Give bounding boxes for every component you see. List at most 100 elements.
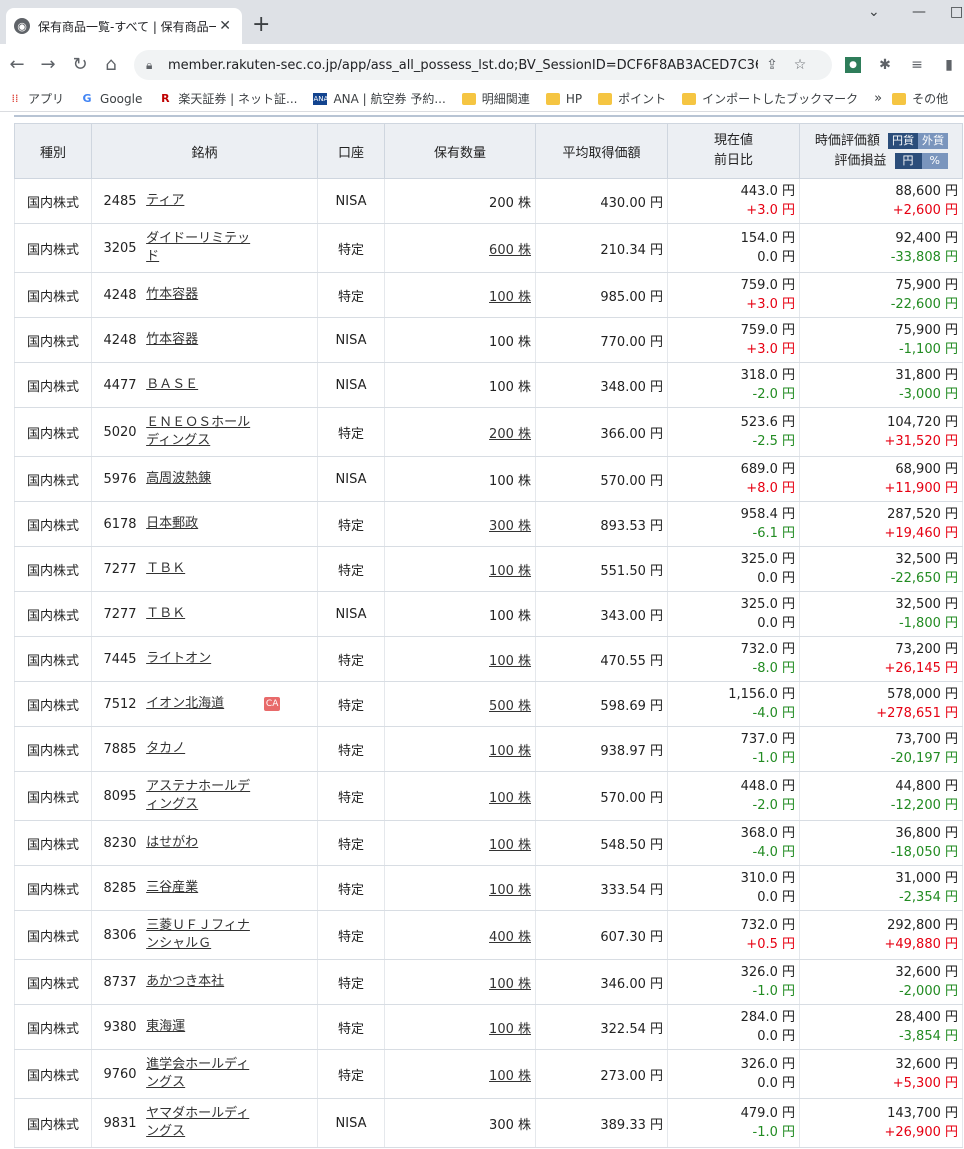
reload-icon[interactable]: ↻ bbox=[69, 54, 91, 76]
tab-search-icon[interactable]: ⌄ bbox=[868, 4, 880, 20]
cell-value: 44,800 円 -12,200 円 bbox=[799, 771, 963, 821]
unrealized-pl: -20,197 円 bbox=[890, 751, 958, 766]
quantity-link[interactable]: 100 株 bbox=[489, 838, 531, 853]
security-name-link[interactable]: ダイドーリミテッド bbox=[146, 230, 258, 266]
security-name-link[interactable]: 三谷産業 bbox=[146, 879, 258, 897]
quantity-link[interactable]: 600 株 bbox=[489, 243, 531, 258]
security-name-link[interactable]: 日本郵政 bbox=[146, 515, 258, 533]
forward-icon[interactable]: → bbox=[37, 54, 59, 76]
security-name-link[interactable]: ヤマダホールディングス bbox=[146, 1105, 258, 1141]
bookmark-ana[interactable]: ANA ANA | 航空券 予約... bbox=[313, 90, 446, 107]
bookmark-folder[interactable]: HP bbox=[545, 92, 582, 106]
maximize-icon[interactable]: □ bbox=[950, 4, 963, 20]
quantity-link[interactable]: 500 株 bbox=[489, 699, 531, 714]
quantity-link[interactable]: 100 株 bbox=[489, 791, 531, 806]
security-name-link[interactable]: 東海運 bbox=[146, 1018, 258, 1036]
security-name-link[interactable]: 三菱ＵＦＪフィナンシャルＧ bbox=[146, 917, 258, 953]
back-icon[interactable]: ← bbox=[6, 54, 28, 76]
bookmark-apps[interactable]: ⁞⁞ アプリ bbox=[8, 90, 65, 107]
cell-security: 4477 ＢＡＳＥ bbox=[91, 362, 318, 408]
security-code: 9380 bbox=[103, 1019, 137, 1035]
header-quantity[interactable]: 保有数量 bbox=[384, 123, 536, 179]
header-avg-price[interactable]: 平均取得価額 bbox=[535, 123, 668, 179]
security-name-link[interactable]: ＥＮＥＯＳホールディングス bbox=[146, 414, 258, 450]
security-name-link[interactable]: アステナホールディングス bbox=[146, 778, 258, 814]
quantity-link[interactable]: 100 株 bbox=[489, 1022, 531, 1037]
toggle-pct[interactable]: % bbox=[921, 153, 948, 169]
header-pl-label[interactable]: 評価損益 bbox=[834, 154, 886, 169]
header-value-label[interactable]: 時価評価額 bbox=[815, 133, 880, 148]
new-tab-icon[interactable]: + bbox=[252, 14, 270, 36]
toggle-jpy[interactable]: 円貨 bbox=[888, 132, 918, 149]
security-name-link[interactable]: ＢＡＳＥ bbox=[146, 376, 258, 394]
security-name-link[interactable]: ティア bbox=[146, 192, 258, 210]
sidepanel-icon[interactable]: ▮ bbox=[941, 57, 957, 73]
security-name-link[interactable]: イオン北海道 bbox=[146, 695, 258, 713]
security-name-link[interactable]: 竹本容器 bbox=[146, 286, 258, 304]
cell-kind: 国内株式 bbox=[14, 456, 92, 502]
home-icon[interactable]: ⌂ bbox=[100, 54, 122, 76]
cell-avg-price: 893.53 円 bbox=[535, 501, 668, 547]
toggle-fx[interactable]: 外貨 bbox=[918, 132, 948, 149]
cell-account: 特定 bbox=[317, 681, 385, 727]
security-name-link[interactable]: ＴＢＫ bbox=[146, 605, 258, 623]
security-name-link[interactable]: 進学会ホールディングス bbox=[146, 1056, 258, 1092]
quantity-link[interactable]: 100 株 bbox=[489, 654, 531, 669]
security-name-link[interactable]: ＴＢＫ bbox=[146, 560, 258, 578]
cell-security: 4248 竹本容器 bbox=[91, 272, 318, 318]
market-value: 44,800 円 bbox=[895, 779, 958, 794]
bookmark-folder[interactable]: 明細関連 bbox=[461, 90, 530, 107]
media-icon[interactable]: ≡ bbox=[909, 57, 925, 73]
quantity-link[interactable]: 100 株 bbox=[489, 744, 531, 759]
cell-kind: 国内株式 bbox=[14, 636, 92, 682]
unrealized-pl: -1,100 円 bbox=[898, 342, 958, 357]
quantity-link[interactable]: 400 株 bbox=[489, 930, 531, 945]
quantity-link[interactable]: 100 株 bbox=[489, 883, 531, 898]
quantity-link[interactable]: 100 株 bbox=[489, 977, 531, 992]
minimize-icon[interactable]: — bbox=[912, 4, 926, 20]
current-price: 958.4 円 bbox=[740, 507, 795, 522]
table-row: 国内株式 4248 竹本容器 NISA 100 株 770.00 円 759.0… bbox=[14, 317, 963, 363]
quantity-link[interactable]: 200 株 bbox=[489, 427, 531, 442]
header-kind[interactable]: 種別 bbox=[14, 123, 92, 179]
toggle-yen[interactable]: 円 bbox=[894, 153, 922, 169]
pl-unit-toggle[interactable]: 円% bbox=[894, 151, 948, 171]
cell-security: 9760 進学会ホールディングス bbox=[91, 1049, 318, 1099]
security-name-link[interactable]: タカノ bbox=[146, 740, 258, 758]
cell-security: 9831 ヤマダホールディングス bbox=[91, 1098, 318, 1148]
cell-value: 75,900 円 -1,100 円 bbox=[799, 317, 963, 363]
header-price[interactable]: 現在値 前日比 bbox=[667, 123, 800, 179]
bookmark-folder[interactable]: ポイント bbox=[598, 90, 666, 107]
security-name-link[interactable]: あかつき本社 bbox=[146, 973, 258, 991]
header-name[interactable]: 銘柄 bbox=[91, 123, 318, 179]
currency-toggle[interactable]: 円貨 外貨 bbox=[888, 131, 948, 151]
quantity-link[interactable]: 100 株 bbox=[489, 564, 531, 579]
share-icon[interactable]: ⇪ bbox=[758, 57, 786, 73]
browser-tab[interactable]: ◉ 保有商品一覧-すべて | 保有商品一 ✕ bbox=[6, 8, 242, 44]
corporate-action-icon[interactable]: CA bbox=[264, 697, 281, 711]
puzzle-icon[interactable]: ✱ bbox=[877, 57, 893, 73]
extension-icon[interactable]: ● bbox=[845, 57, 861, 73]
quantity-link[interactable]: 300 株 bbox=[489, 519, 531, 534]
quantity-link[interactable]: 100 株 bbox=[489, 1069, 531, 1084]
close-icon[interactable]: ✕ bbox=[216, 18, 234, 34]
security-code: 7445 bbox=[103, 651, 137, 667]
current-price: 1,156.0 円 bbox=[728, 687, 795, 702]
bookmark-folder[interactable]: インポートしたブックマーク bbox=[682, 90, 858, 107]
bookmarks-overflow-icon[interactable]: » bbox=[874, 91, 882, 106]
quantity-link[interactable]: 100 株 bbox=[489, 290, 531, 305]
bookmark-rakuten[interactable]: R 楽天証券 | ネット証... bbox=[158, 90, 297, 107]
security-name-link[interactable]: ライトオン bbox=[146, 650, 258, 668]
security-name-link[interactable]: はせがわ bbox=[146, 834, 258, 852]
url-text[interactable]: member.rakuten-sec.co.jp/app/ass_all_pos… bbox=[168, 58, 758, 73]
security-name-link[interactable]: 竹本容器 bbox=[146, 331, 258, 349]
star-icon[interactable]: ☆ bbox=[786, 57, 814, 73]
market-value: 75,900 円 bbox=[895, 278, 958, 293]
bookmark-google[interactable]: G Google bbox=[80, 92, 143, 106]
address-bar[interactable]: 🔒︎ member.rakuten-sec.co.jp/app/ass_all_… bbox=[134, 50, 832, 80]
bookmark-folder-other[interactable]: その他 bbox=[892, 90, 948, 107]
cell-security: 8306 三菱ＵＦＪフィナンシャルＧ bbox=[91, 910, 318, 960]
cell-price: 318.0 円 -2.0 円 bbox=[667, 362, 800, 408]
security-name-link[interactable]: 高周波熱錬 bbox=[146, 470, 258, 488]
header-account[interactable]: 口座 bbox=[317, 123, 385, 179]
